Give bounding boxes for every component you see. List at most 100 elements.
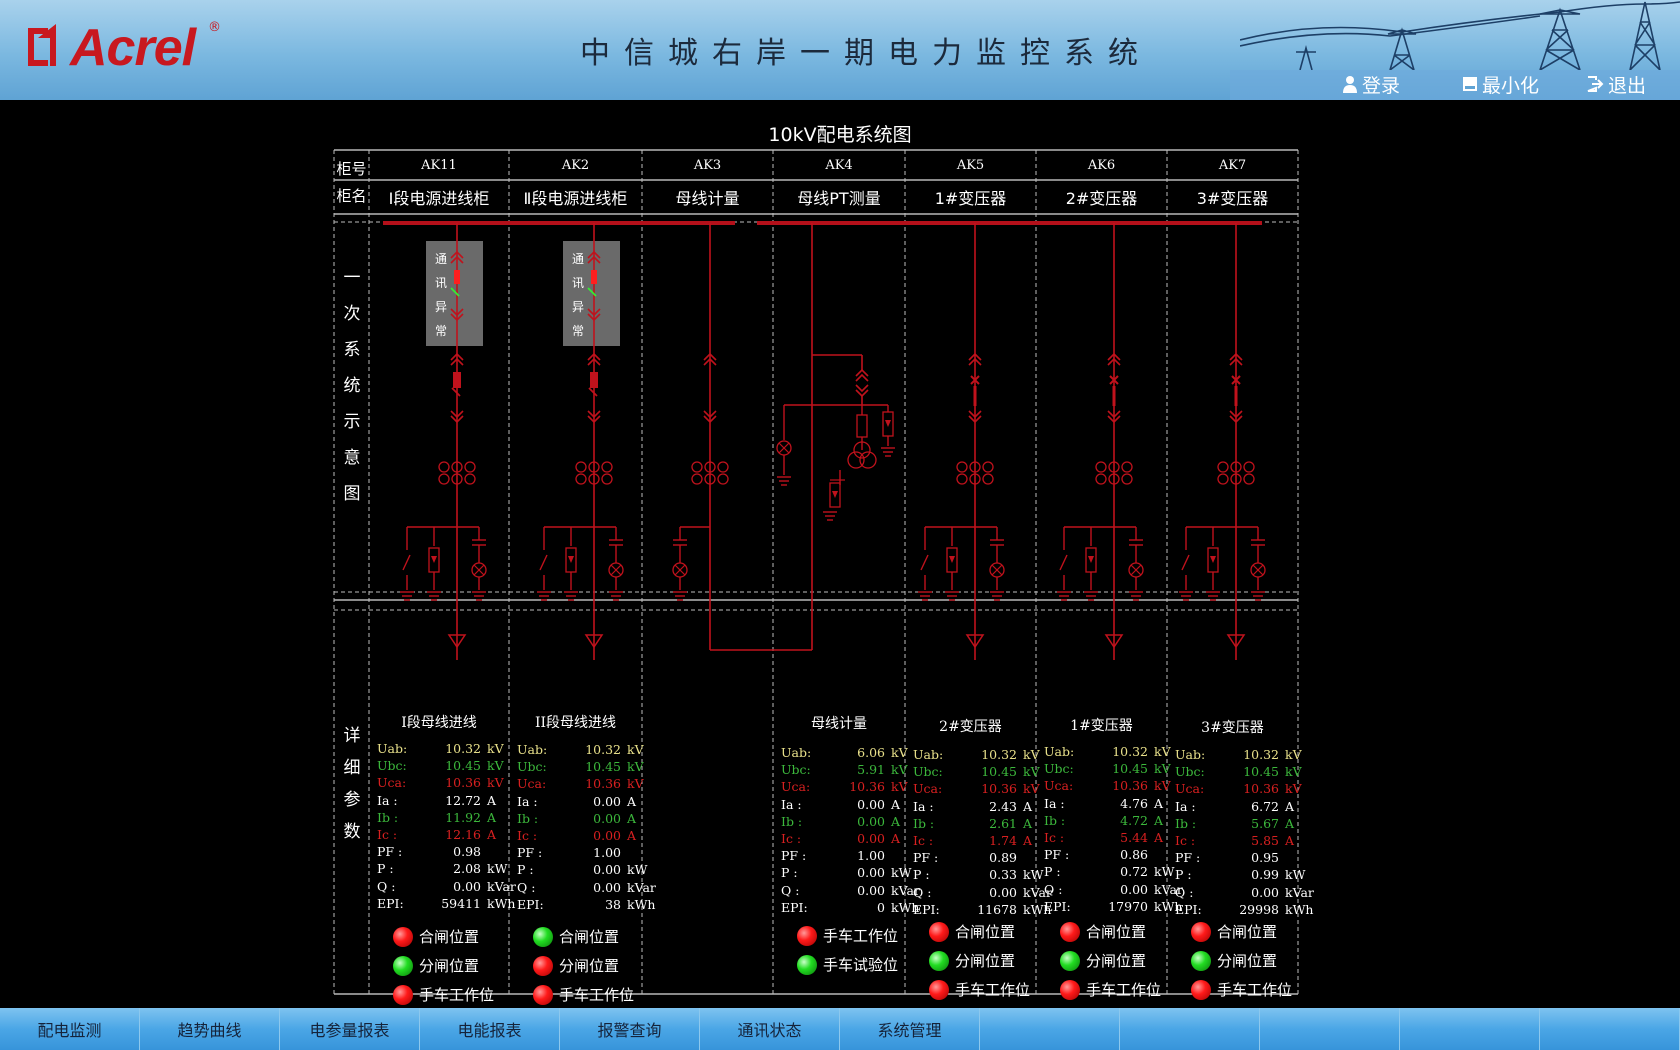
status-indicator: 手车工作位 [797,925,898,946]
nav-item[interactable]: 趋势曲线 [140,1008,280,1050]
comm-fault-char: 讯 [571,276,584,290]
measurement-row: Q :0.00 kVar [1175,884,1314,901]
measurement-value: 0.00 [857,796,885,812]
red-led-icon [1191,979,1211,1000]
measurement-unit: A [487,792,497,808]
detail-title: II段母线进线 [534,715,617,731]
nav-item[interactable]: 通讯状态 [700,1008,840,1050]
measurement-row: Q :0.00 kVar [781,882,920,899]
measurement-value: 6.72 [1251,798,1279,814]
measurement-value: 0.00 [593,810,621,826]
measurement-row: P :0.99 kW [1175,866,1305,883]
measurement-value: 11678 [977,901,1017,917]
status-label: 分闸位置 [419,957,480,975]
measurement-unit: kV [627,742,644,757]
measurement-row: Ia :2.43 A [913,798,1032,815]
detail-title: 3#变压器 [1201,720,1264,736]
nav-item[interactable]: 电参量报表 [280,1008,420,1050]
measurement-value: 1.00 [593,845,621,861]
nav-item[interactable]: 电能报表 [420,1008,560,1050]
green-led-icon [1191,950,1211,971]
status-label: 合闸位置 [559,928,620,946]
detail-title: Ⅰ段母线进线 [401,715,477,731]
red-led-icon [533,955,553,976]
login-button[interactable]: 登录 [1342,72,1400,97]
red-led-icon [533,984,553,1005]
measurement-row: Q :0.00 kVar [1044,881,1183,898]
measurement-value: 38 [605,896,621,912]
measurement-row: Ic :0.00 A [517,827,638,844]
measurement-value: 0.33 [989,867,1017,883]
measurement-value: 2.43 [989,798,1017,814]
comm-fault-box[interactable]: 通讯异常 [426,241,483,346]
red-led-icon [929,979,949,1000]
status-indicator: 分闸位置 [1060,950,1146,971]
measurement-value: 59411 [441,895,481,911]
nav-item[interactable]: 系统管理 [840,1008,980,1050]
measurement-row: Ubc: 10.45 kV [377,757,505,774]
measurement-unit: A [1023,833,1033,848]
measurement-row: P :0.33 kW [913,866,1043,883]
measurement-unit: kV [1023,764,1040,780]
green-led-icon [393,955,413,976]
measurement-unit: kWh [487,895,516,911]
measurement-row: Uca: 10.36 kV [1044,777,1171,794]
comm-fault-char: 常 [434,324,447,338]
measurement-unit: A [627,793,637,809]
status-label: 分闸位置 [955,952,1016,970]
nav-item[interactable]: 配电监测 [0,1008,140,1050]
acrel-logo-icon [28,24,56,66]
comm-fault-box[interactable]: 通讯异常 [563,241,620,346]
red-led-icon [1191,921,1211,942]
measurement-row: Uca: 10.36 kV [377,774,505,791]
measurement-row: Ia :0.00 A [517,793,638,810]
measurement-value: 10.36 [1112,778,1148,794]
measurement-unit: A [1154,795,1164,811]
status-label: 合闸位置 [419,928,480,946]
measurement-value: 10.36 [849,779,885,795]
nav-item-empty [1120,1008,1260,1050]
measurement-unit: kW [1154,864,1175,880]
measurement-value: 17970 [1108,898,1148,914]
measurement-unit: kWh [1285,901,1314,917]
status-label: 分闸位置 [559,957,620,975]
measurement-unit: kV [1023,781,1040,797]
measurement-unit: A [1023,815,1033,831]
nav-item-empty [980,1008,1120,1050]
measurement-unit: A [627,828,637,843]
nav-item-empty [1260,1008,1400,1050]
measurement-value: 10.45 [981,764,1017,780]
status-indicator: 合闸位置 [1191,921,1277,942]
measurement-row: EPI: 17970 kWh [1044,898,1182,915]
measurement-value: 2.08 [453,861,481,877]
measurement-row: PF :0.95 [1175,849,1294,866]
red-led-icon [1060,979,1080,1000]
measurement-value: 0.72 [1120,864,1148,880]
status-label: 合闸位置 [955,923,1016,941]
measurement-value: 1.74 [989,833,1017,848]
status-label: 手车工作位 [1217,981,1293,999]
minimize-button[interactable]: 最小化 [1462,72,1539,97]
user-icon [1343,76,1357,93]
measurement-row: Ic :5.44 A [1044,829,1163,846]
measurement-row: Ib :5.67 A [1175,815,1294,832]
cabinet-no: AK6 [1087,158,1116,173]
app-header: Acrel ® 中信城右岸一期电力监控系统 登录 最小化 退出 [0,0,1680,100]
red-led-icon [1060,921,1080,942]
measurement-unit: kV [1285,747,1302,762]
measurement-value: 5.85 [1251,833,1279,848]
measurement-value: 5.44 [1120,830,1148,845]
section-char: 细 [343,758,361,778]
measurement-value: 0.00 [1251,884,1279,900]
measurement-value: 2.61 [989,815,1017,831]
minimize-icon [1463,77,1477,91]
section-label-detail: 详细参数 [340,720,364,848]
exit-button[interactable]: 退出 [1586,72,1646,97]
nav-item[interactable]: 报警查询 [560,1008,700,1050]
diagram-area: 10kV配电系统图 柜号 柜名 AK11 Ⅰ段电源进线柜 AK2 Ⅱ段电源进线柜 AK3 母线… [0,100,1680,1034]
measurement-unit: kV [487,775,504,791]
status-label: 手车工作位 [955,981,1031,999]
measurement-unit: A [1154,812,1164,828]
measurement-row: EPI: 11678 kWh [913,901,1051,918]
measurement-row: Ib :0.00 A [781,813,901,830]
